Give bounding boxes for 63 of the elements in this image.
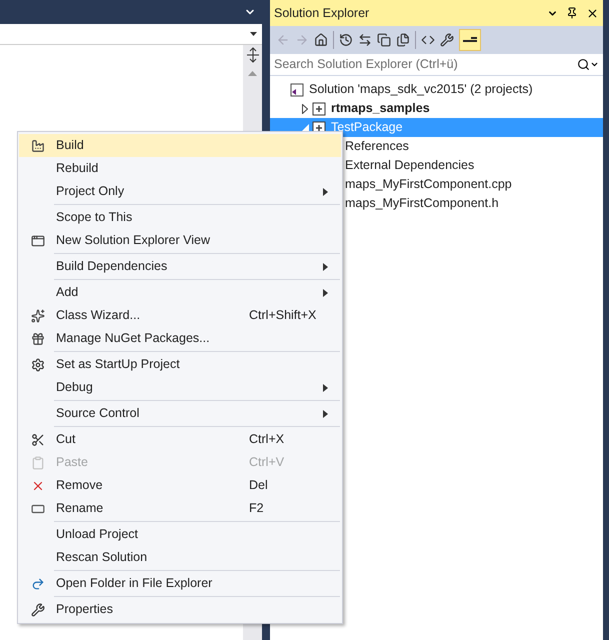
menu-item[interactable]: Scope to This (19, 206, 341, 229)
tree-item-label: TestPackage (331, 119, 403, 136)
menu-item[interactable]: New Solution Explorer View (19, 229, 341, 252)
tree-item-label: References (345, 138, 409, 156)
scissors-icon (30, 432, 44, 446)
menu-item[interactable]: Set as StartUp Project (19, 353, 341, 376)
menu-item[interactable]: Build Dependencies (19, 255, 341, 278)
tree-item[interactable]: rtmaps_samples (270, 99, 603, 118)
search-input[interactable]: Search Solution Explorer (Ctrl+ü) (274, 55, 577, 74)
window-icon (30, 234, 44, 248)
wrench-icon[interactable] (440, 33, 454, 47)
menu-item[interactable]: Rename F2 (19, 497, 341, 520)
menu-item[interactable]: Properties (19, 598, 341, 621)
collapse-icon[interactable] (377, 33, 391, 47)
sync-icon[interactable] (358, 33, 372, 47)
menu-item[interactable]: Class Wizard... Ctrl+Shift+X (19, 304, 341, 327)
factory-icon (30, 138, 44, 152)
pages-icon[interactable] (396, 33, 410, 47)
submenu-arrow-icon (323, 188, 328, 196)
submenu-arrow-icon (323, 410, 328, 418)
home-icon[interactable] (314, 33, 328, 47)
solution-icon (290, 82, 304, 96)
history-icon[interactable] (339, 33, 353, 47)
pin-toggle-button[interactable] (459, 29, 481, 51)
submenu-arrow-icon (323, 262, 328, 270)
tree-item-label: maps_MyFirstComponent.h (345, 195, 499, 212)
menu-item[interactable]: Rebuild (19, 157, 341, 180)
submenu-arrow-icon (323, 288, 328, 296)
menu-item[interactable]: Project Only (19, 180, 341, 203)
code-icon[interactable] (421, 33, 435, 47)
menu-item[interactable]: Debug (19, 376, 341, 399)
curved-arrow-icon (30, 576, 44, 590)
caret-icon (250, 32, 257, 36)
settings-icon (30, 358, 44, 372)
menu-item[interactable]: Build (19, 134, 341, 157)
menu-item[interactable]: Manage NuGet Packages... (19, 327, 341, 350)
menu-item[interactable]: Remove Del (19, 474, 341, 497)
project-icon (312, 102, 326, 116)
search-icon[interactable] (577, 58, 590, 71)
menu-item[interactable]: Source Control (19, 402, 341, 425)
tree-item-label: rtmaps_samples (331, 100, 430, 118)
panel-title: Solution Explorer (274, 4, 370, 22)
close-icon[interactable] (586, 6, 599, 20)
submenu-arrow-icon (323, 384, 328, 392)
pin-icon[interactable] (566, 7, 578, 19)
split-icon[interactable] (246, 47, 260, 63)
dropdown-field[interactable] (0, 24, 262, 45)
menu-item[interactable]: Unload Project (19, 523, 341, 546)
dash-icon (463, 37, 477, 43)
tree-item-label: Solution 'maps_sdk_vc2015' (2 projects) (309, 81, 533, 98)
menu-item[interactable]: Add (19, 281, 341, 304)
menu-item[interactable]: Open Folder in File Explorer (19, 572, 341, 595)
caret-icon[interactable] (590, 60, 599, 69)
sparkle-icon (30, 308, 44, 322)
clipboard-icon (30, 456, 44, 470)
tree-item-label: maps_MyFirstComponent.cpp (345, 176, 512, 194)
menu-item[interactable]: Rescan Solution (19, 546, 341, 569)
gift-icon (30, 332, 44, 346)
expander-icon[interactable] (302, 104, 308, 114)
wrench-icon (30, 602, 44, 616)
menu-item[interactable]: Cut Ctrl+X (19, 428, 341, 451)
tree-item-label: External Dependencies (345, 157, 474, 174)
tree-item[interactable]: Solution 'maps_sdk_vc2015' (2 projects) (270, 80, 603, 99)
